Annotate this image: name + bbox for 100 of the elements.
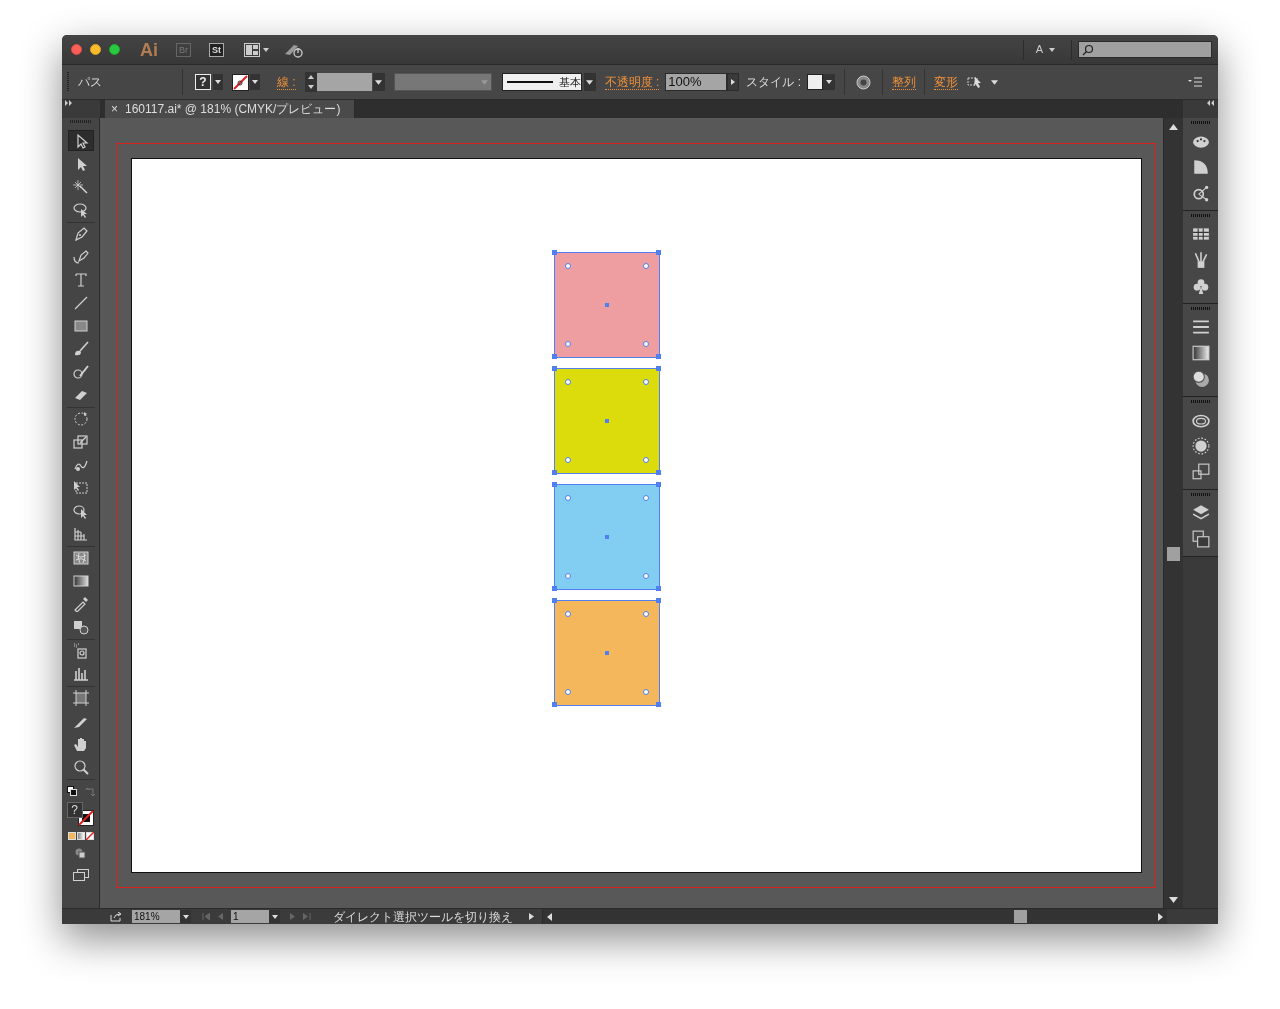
caret-icon[interactable] xyxy=(991,79,998,85)
status-menu-arrow[interactable] xyxy=(529,913,534,920)
zoom-icon xyxy=(72,758,89,775)
stroke-dropdown[interactable] xyxy=(250,74,260,90)
opacity-arrow-button[interactable] xyxy=(727,73,740,91)
club-icon[interactable] xyxy=(1191,277,1210,295)
stock-launcher[interactable]: St xyxy=(209,42,224,57)
stroke-weight-field[interactable] xyxy=(316,73,372,91)
scroll-left-arrow[interactable] xyxy=(547,912,552,921)
corner-widget[interactable] xyxy=(565,341,571,347)
graphic-style-swatch[interactable] xyxy=(807,74,823,90)
align-link[interactable]: 整列 xyxy=(892,74,916,90)
stroke-weight-stepper[interactable] xyxy=(304,72,317,92)
horizontal-scrollbar[interactable] xyxy=(542,909,1167,924)
share-icon[interactable] xyxy=(110,911,122,922)
scroll-thumb[interactable] xyxy=(1167,547,1180,561)
stroke-none-swatch[interactable] xyxy=(232,73,249,91)
scroll-right-arrow[interactable] xyxy=(1158,912,1163,921)
document-tab[interactable]: × 160117.ai* @ 181% (CMYK/プレビュー) xyxy=(105,100,355,118)
grid-icon[interactable] xyxy=(1191,225,1210,243)
corner-widget[interactable] xyxy=(643,495,649,501)
panel-menu-icon[interactable] xyxy=(1188,77,1202,87)
corner-widget[interactable] xyxy=(643,457,649,463)
grip-handle[interactable] xyxy=(1190,400,1211,403)
free-transform-icon xyxy=(72,479,89,496)
gradient-mode-button[interactable] xyxy=(76,832,85,840)
grip-handle[interactable] xyxy=(1190,307,1211,310)
fill-dropdown[interactable] xyxy=(213,74,223,90)
workspace-layout-icon[interactable] xyxy=(244,42,270,57)
stacked-squares-icon[interactable] xyxy=(1191,530,1210,548)
corner-widget[interactable] xyxy=(565,495,571,501)
brush-dropdown[interactable] xyxy=(583,73,596,91)
caret-icon xyxy=(252,80,258,84)
artboard-dropdown[interactable] xyxy=(269,910,280,923)
corner-widget[interactable] xyxy=(565,457,571,463)
corner-widget[interactable] xyxy=(643,341,649,347)
screen-mode-icon[interactable] xyxy=(72,869,89,881)
corner-widget[interactable] xyxy=(643,379,649,385)
grip-handle[interactable] xyxy=(1190,493,1211,496)
network-icon[interactable] xyxy=(1191,184,1210,202)
scroll-thumb[interactable] xyxy=(1014,910,1027,923)
corner-widget[interactable] xyxy=(643,689,649,695)
caret-icon xyxy=(182,914,189,919)
zoom-dropdown[interactable] xyxy=(180,910,191,923)
zoom-window-button[interactable] xyxy=(109,44,120,55)
overlapping-circles-icon[interactable] xyxy=(1191,370,1210,388)
grip-handle[interactable] xyxy=(67,72,69,92)
fill-swatch[interactable]: ? xyxy=(195,74,211,90)
fill-swatch[interactable]: ? xyxy=(66,802,83,818)
style-label: スタイル : xyxy=(746,74,801,91)
layers-icon[interactable] xyxy=(1191,504,1210,522)
linked-squares-icon[interactable] xyxy=(1191,463,1210,481)
vertical-scrollbar[interactable] xyxy=(1163,118,1183,908)
gradient-square-icon[interactable] xyxy=(1191,344,1210,362)
magic-wand-icon xyxy=(72,178,89,195)
grip-handle[interactable] xyxy=(1190,214,1211,217)
pen-icon xyxy=(72,225,89,242)
corner-widget[interactable] xyxy=(643,611,649,617)
user-menu[interactable]: A xyxy=(1035,41,1043,58)
current-tool-status: ダイレクト選択ツールを切り換え xyxy=(333,908,514,924)
corner-widget[interactable] xyxy=(565,611,571,617)
minimize-window-button[interactable] xyxy=(90,44,101,55)
artboard-number-field[interactable]: 1 xyxy=(231,910,269,923)
style-dropdown[interactable] xyxy=(823,74,835,90)
close-window-button[interactable] xyxy=(71,44,82,55)
corner-widget[interactable] xyxy=(565,263,571,269)
recolor-artwork-icon[interactable] xyxy=(856,74,871,90)
scroll-down-arrow[interactable] xyxy=(1169,897,1178,903)
tool-button[interactable] xyxy=(67,130,94,151)
grip-handle[interactable] xyxy=(1190,121,1211,124)
corner-widget[interactable] xyxy=(565,379,571,385)
draw-mode-icon[interactable] xyxy=(75,848,86,859)
corner-widget[interactable] xyxy=(643,263,649,269)
close-tab-button[interactable]: × xyxy=(111,100,118,118)
lasso-icon xyxy=(72,201,89,218)
lines-icon[interactable] xyxy=(1191,318,1210,336)
opacity-field[interactable]: 100% xyxy=(665,73,728,91)
eyedropper-icon xyxy=(72,595,89,612)
caret-icon[interactable] xyxy=(1049,47,1055,52)
corner-widget[interactable] xyxy=(565,689,571,695)
transform-link[interactable]: 変形 xyxy=(934,74,958,90)
none-mode-button[interactable] xyxy=(85,832,94,840)
stroke-weight-dropdown[interactable] xyxy=(372,73,385,91)
default-colors-icon[interactable] xyxy=(66,786,77,796)
stroke-link[interactable]: 線 : xyxy=(277,74,296,90)
color-mode-button[interactable] xyxy=(67,832,76,840)
blend-icon xyxy=(72,618,89,635)
corner-widget[interactable] xyxy=(565,573,571,579)
opacity-link[interactable]: 不透明度 : xyxy=(604,74,660,90)
scroll-up-arrow[interactable] xyxy=(1169,124,1178,130)
zoom-field[interactable]: 181% xyxy=(132,910,180,923)
brush-definition-field[interactable]: 基本 xyxy=(501,73,582,91)
brush-name: 基本 xyxy=(558,74,581,90)
corner-widget[interactable] xyxy=(643,573,649,579)
shape-builder-icon xyxy=(72,502,89,519)
line-segment-icon xyxy=(72,294,89,311)
isolate-object-icon[interactable] xyxy=(967,75,984,89)
grip-handle[interactable] xyxy=(69,120,92,123)
dotted-sun-icon[interactable] xyxy=(1191,437,1210,455)
search-field[interactable] xyxy=(1078,41,1212,58)
